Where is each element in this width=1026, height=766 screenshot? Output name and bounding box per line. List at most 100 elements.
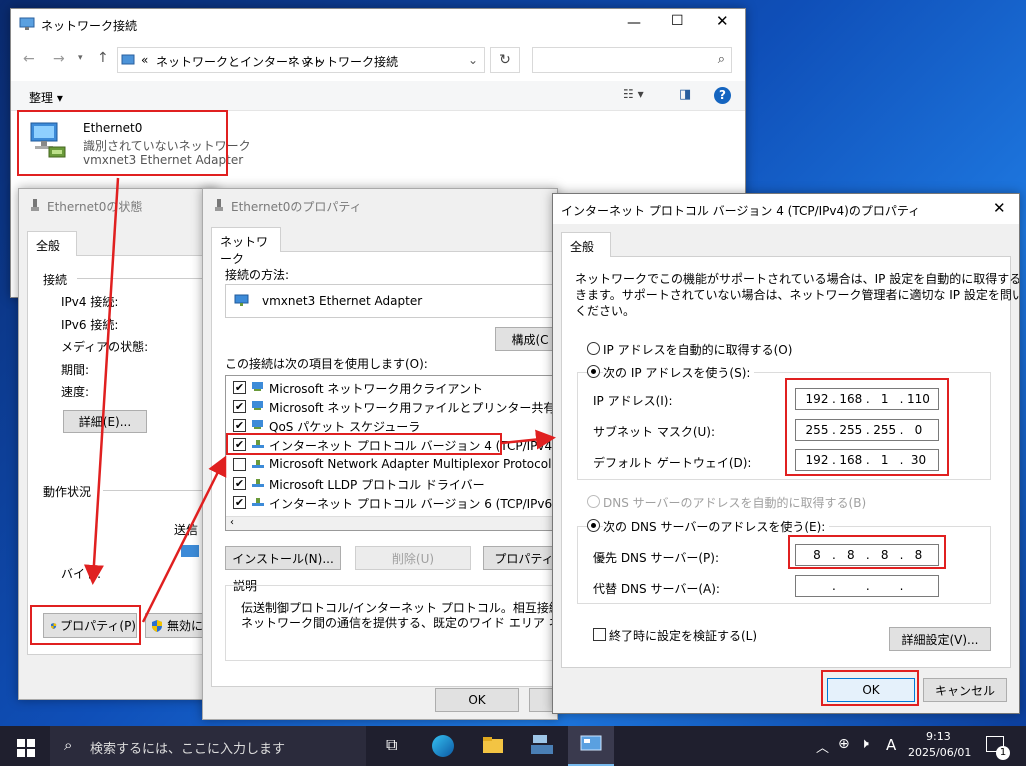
explorer-titlebar[interactable]: ネットワーク接続 — ☐ ✕ <box>11 9 745 39</box>
properties-ok-button[interactable]: OK <box>435 688 519 712</box>
preferred-dns-label: 優先 DNS サーバー(P): <box>593 551 719 565</box>
item-checkbox-3[interactable]: ✔ <box>233 438 246 451</box>
scroll-left-icon[interactable]: ‹ <box>230 517 234 528</box>
gw-octet-1: 192 <box>805 453 829 467</box>
item-label-2[interactable]: QoS パケット スケジューラ <box>269 418 420 435</box>
network-connections-taskbar-item[interactable] <box>568 726 614 766</box>
organize-menu[interactable]: 整理 ▾ <box>29 89 63 106</box>
help-icon[interactable]: ? <box>714 87 731 104</box>
item-checkbox-1[interactable]: ✔ <box>233 400 246 413</box>
subnet-mask-input[interactable]: 255. 255. 255. 0 <box>795 419 939 441</box>
adapter-name: Ethernet0 <box>83 121 143 135</box>
adapter-item-ethernet0[interactable]: Ethernet0 識別されていないネットワーク vmxnet3 Etherne… <box>21 113 251 171</box>
view-options-icon[interactable]: ☷ ▾ <box>623 87 644 101</box>
manual-dns-label[interactable]: 次の DNS サーバーのアドレスを使う(E): <box>603 518 830 535</box>
server-manager-icon[interactable] <box>530 734 554 756</box>
refresh-button[interactable]: ↻ <box>490 47 520 73</box>
ip-octet-1: 192 <box>805 392 829 406</box>
network-status-icon[interactable]: ⊕ <box>838 736 850 752</box>
default-gateway-input[interactable]: 192. 168. 1. 30 <box>795 449 939 471</box>
details-button[interactable]: 詳細(E)... <box>63 410 147 433</box>
windows-start-icon[interactable] <box>17 739 35 757</box>
ip-address-label: IP アドレス(I): <box>593 394 673 408</box>
breadcrumb-network-internet[interactable]: ネットワークとインターネット <box>156 53 324 70</box>
volume-muted-icon[interactable]: 🕨 <box>860 736 869 752</box>
ipv4-ok-button[interactable]: OK <box>827 678 915 702</box>
advanced-button[interactable]: 詳細設定(V)... <box>889 627 991 651</box>
install-button[interactable]: インストール(N)... <box>225 546 341 570</box>
item-label-3[interactable]: インターネット プロトコル バージョン 4 (TCP/IPv4) <box>269 437 557 454</box>
up-icon[interactable]: ↑ <box>97 50 109 66</box>
configure-button[interactable]: 構成(C <box>495 327 557 351</box>
item-checkbox-0[interactable]: ✔ <box>233 381 246 394</box>
manual-ip-label[interactable]: 次の IP アドレスを使う(S): <box>603 364 755 381</box>
item-checkbox-4[interactable] <box>233 458 246 471</box>
control-panel-icon <box>121 54 135 65</box>
minimize-button[interactable]: — <box>627 15 641 31</box>
back-icon[interactable]: ← <box>23 51 35 67</box>
item-checkbox-6[interactable]: ✔ <box>233 496 246 509</box>
taskbar-search-box[interactable]: ⌕ 検索するには、ここに入力します <box>50 726 366 766</box>
breadcrumb-network-connections[interactable]: ネットワーク接続 <box>302 53 398 70</box>
file-explorer-icon[interactable] <box>482 736 504 754</box>
validate-label[interactable]: 終了時に設定を検証する(L) <box>609 627 757 644</box>
history-chevron-icon[interactable]: ▾ <box>78 53 83 63</box>
preview-pane-icon[interactable]: ◨ <box>679 87 691 102</box>
task-view-icon[interactable]: ⧉ <box>386 735 397 755</box>
forward-icon[interactable]: → <box>53 51 65 67</box>
edge-browser-icon[interactable] <box>432 735 454 757</box>
tab-network[interactable]: ネットワーク <box>211 227 281 266</box>
alternate-dns-input[interactable]: . . . <box>795 575 939 597</box>
breadcrumb-root[interactable]: « <box>141 53 148 67</box>
manual-dns-radio[interactable] <box>587 519 600 532</box>
search-input[interactable]: ⌕ <box>532 47 732 73</box>
manual-ip-radio[interactable] <box>587 365 600 378</box>
search-icon: ⌕ <box>717 52 725 67</box>
close-button[interactable]: ✕ <box>716 12 729 30</box>
item-label-4[interactable]: Microsoft Network Adapter Multiplexor Pr… <box>269 457 551 471</box>
explorer-title: ネットワーク接続 <box>41 19 138 33</box>
ipv4-close-button[interactable]: ✕ <box>993 199 1006 217</box>
ipv4-cancel-button[interactable]: キャンセル <box>923 678 1007 702</box>
item-label-1[interactable]: Microsoft ネットワーク用ファイルとプリンター共有 <box>269 399 555 416</box>
taskbar-search-placeholder: 検索するには、ここに入力します <box>90 742 286 757</box>
network-service-icon <box>252 401 263 410</box>
clock-time[interactable]: 9:13 <box>926 730 951 743</box>
ipv4-titlebar[interactable]: インターネット プロトコル バージョン 4 (TCP/IPv4)のプロパティ ✕ <box>553 194 1019 224</box>
item-properties-button[interactable]: プロパティ <box>483 546 557 570</box>
ip-address-input[interactable]: 192. 168. 1. 110 <box>795 388 939 410</box>
address-dropdown-icon[interactable]: ⌄ <box>468 53 478 67</box>
items-horizontal-scrollbar[interactable]: ‹ <box>226 516 557 530</box>
connect-using-label: 接続の方法: <box>225 268 290 282</box>
properties-window-title: Ethernet0のプロパティ <box>231 200 362 214</box>
item-label-6[interactable]: インターネット プロトコル バージョン 6 (TCP/IPv6) <box>269 495 557 512</box>
uac-shield-icon <box>152 619 162 632</box>
status-properties-button[interactable]: プロパティ(P) <box>43 613 137 638</box>
connection-divider <box>77 278 217 279</box>
clock-date[interactable]: 2025/06/01 <box>908 746 971 759</box>
auto-ip-radio[interactable] <box>587 342 600 355</box>
bytes-label: バイト: <box>61 567 102 581</box>
adapter-box: vmxnet3 Ethernet Adapter <box>225 284 557 318</box>
duration-label: 期間: <box>61 363 90 377</box>
validate-checkbox[interactable] <box>593 628 606 641</box>
pref-dns-octet-3: 8 <box>880 548 889 562</box>
item-checkbox-2[interactable]: ✔ <box>233 419 246 432</box>
alternate-dns-label: 代替 DNS サーバー(A): <box>593 582 720 596</box>
item-label-5[interactable]: Microsoft LLDP プロトコル ドライバー <box>269 476 485 493</box>
tab-general[interactable]: 全般 <box>27 231 77 256</box>
maximize-button[interactable]: ☐ <box>671 13 684 29</box>
tab-general[interactable]: 全般 <box>561 232 611 257</box>
preferred-dns-input[interactable]: 8. 8. 8. 8 <box>795 544 939 566</box>
ipv4-connection-label: IPv4 接続: <box>61 295 119 309</box>
auto-ip-label[interactable]: IP アドレスを自動的に取得する(O) <box>603 341 792 358</box>
network-connections-icon <box>19 17 35 30</box>
item-label-0[interactable]: Microsoft ネットワーク用クライアント <box>269 380 483 397</box>
item-checkbox-5[interactable]: ✔ <box>233 477 246 490</box>
disable-label: 無効に <box>167 619 204 633</box>
ime-indicator[interactable]: A <box>886 736 896 754</box>
adapter-device: vmxnet3 Ethernet Adapter <box>83 153 244 167</box>
ip-octet-4: 110 <box>907 392 930 406</box>
address-bar[interactable]: « ネットワークとインターネット › ネットワーク接続 ⌄ <box>117 47 485 73</box>
show-hidden-icons[interactable]: ︿ <box>816 737 829 756</box>
